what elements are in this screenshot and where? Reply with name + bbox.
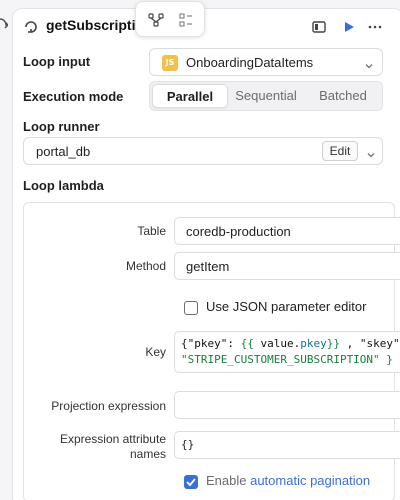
execution-mode-toggle: Parallel Sequential Batched [149, 81, 383, 111]
expr-attr-label-1: Expression attribute [59, 432, 166, 446]
loop-lambda-label: Loop lambda [23, 178, 104, 193]
expr-attr-value: {} [181, 438, 195, 451]
loop-input-select[interactable]: JS OnboardingDataItems [149, 48, 383, 76]
panel-icon[interactable] [311, 19, 327, 35]
loop-icon [23, 19, 39, 35]
panel-header: getSubscription [13, 1, 400, 45]
table-label: Table [137, 224, 166, 238]
json-editor-label: Use JSON parameter editor [206, 299, 367, 314]
canvas-loop-icon [0, 16, 8, 32]
chevron-down-icon [364, 58, 374, 69]
key-line-2: "STRIPE_CUSTOMER_SUBSCRIPTION" } [181, 353, 393, 366]
check-icon [186, 478, 196, 487]
key-label: Key [145, 345, 166, 359]
table-value: coredb-production [186, 224, 291, 239]
loop-lambda-box: Table coredb-production Method getItem U… [23, 202, 400, 500]
mode-parallel[interactable]: Parallel [152, 84, 228, 108]
floating-toolbar [135, 1, 205, 37]
mode-sequential[interactable]: Sequential [230, 84, 302, 108]
play-icon[interactable] [341, 19, 357, 35]
projection-label: Projection expression [51, 399, 166, 413]
projection-field[interactable] [174, 391, 400, 419]
method-value: getItem [186, 259, 230, 274]
expr-attr-label-2: names [129, 447, 166, 461]
query-panel: getSubscription Loop input JS Onboarding… [12, 1, 400, 500]
method-label: Method [125, 259, 166, 273]
js-badge-icon: JS [162, 55, 178, 71]
loop-runner-select[interactable]: portal_db Edit [23, 137, 383, 165]
list-icon[interactable] [178, 12, 194, 28]
more-icon[interactable] [367, 19, 383, 35]
expr-attr-field[interactable]: {} [174, 431, 400, 459]
execution-mode-label: Execution mode [23, 89, 124, 104]
loop-input-label: Loop input [23, 54, 91, 69]
edit-button[interactable]: Edit [322, 141, 358, 161]
table-field[interactable]: coredb-production [174, 217, 400, 245]
branch-icon[interactable] [148, 12, 164, 28]
method-field[interactable]: getItem [174, 252, 400, 280]
key-field[interactable]: {"pkey": {{ value.pkey}} , "skey" "STRIP… [174, 331, 400, 373]
loop-runner-value: portal_db [36, 144, 91, 159]
pagination-link[interactable]: automatic pagination [250, 473, 370, 488]
json-editor-checkbox[interactable] [184, 301, 198, 315]
key-line-1: {"pkey": {{ value.pkey}} , "skey" [181, 337, 400, 350]
mode-batched[interactable]: Batched [306, 84, 380, 108]
pagination-checkbox[interactable] [184, 475, 198, 489]
loop-input-value: OnboardingDataItems [186, 55, 314, 70]
chevron-down-icon[interactable] [366, 147, 376, 158]
loop-runner-label: Loop runner [23, 119, 100, 134]
pagination-label: Enable automatic pagination [206, 473, 371, 488]
